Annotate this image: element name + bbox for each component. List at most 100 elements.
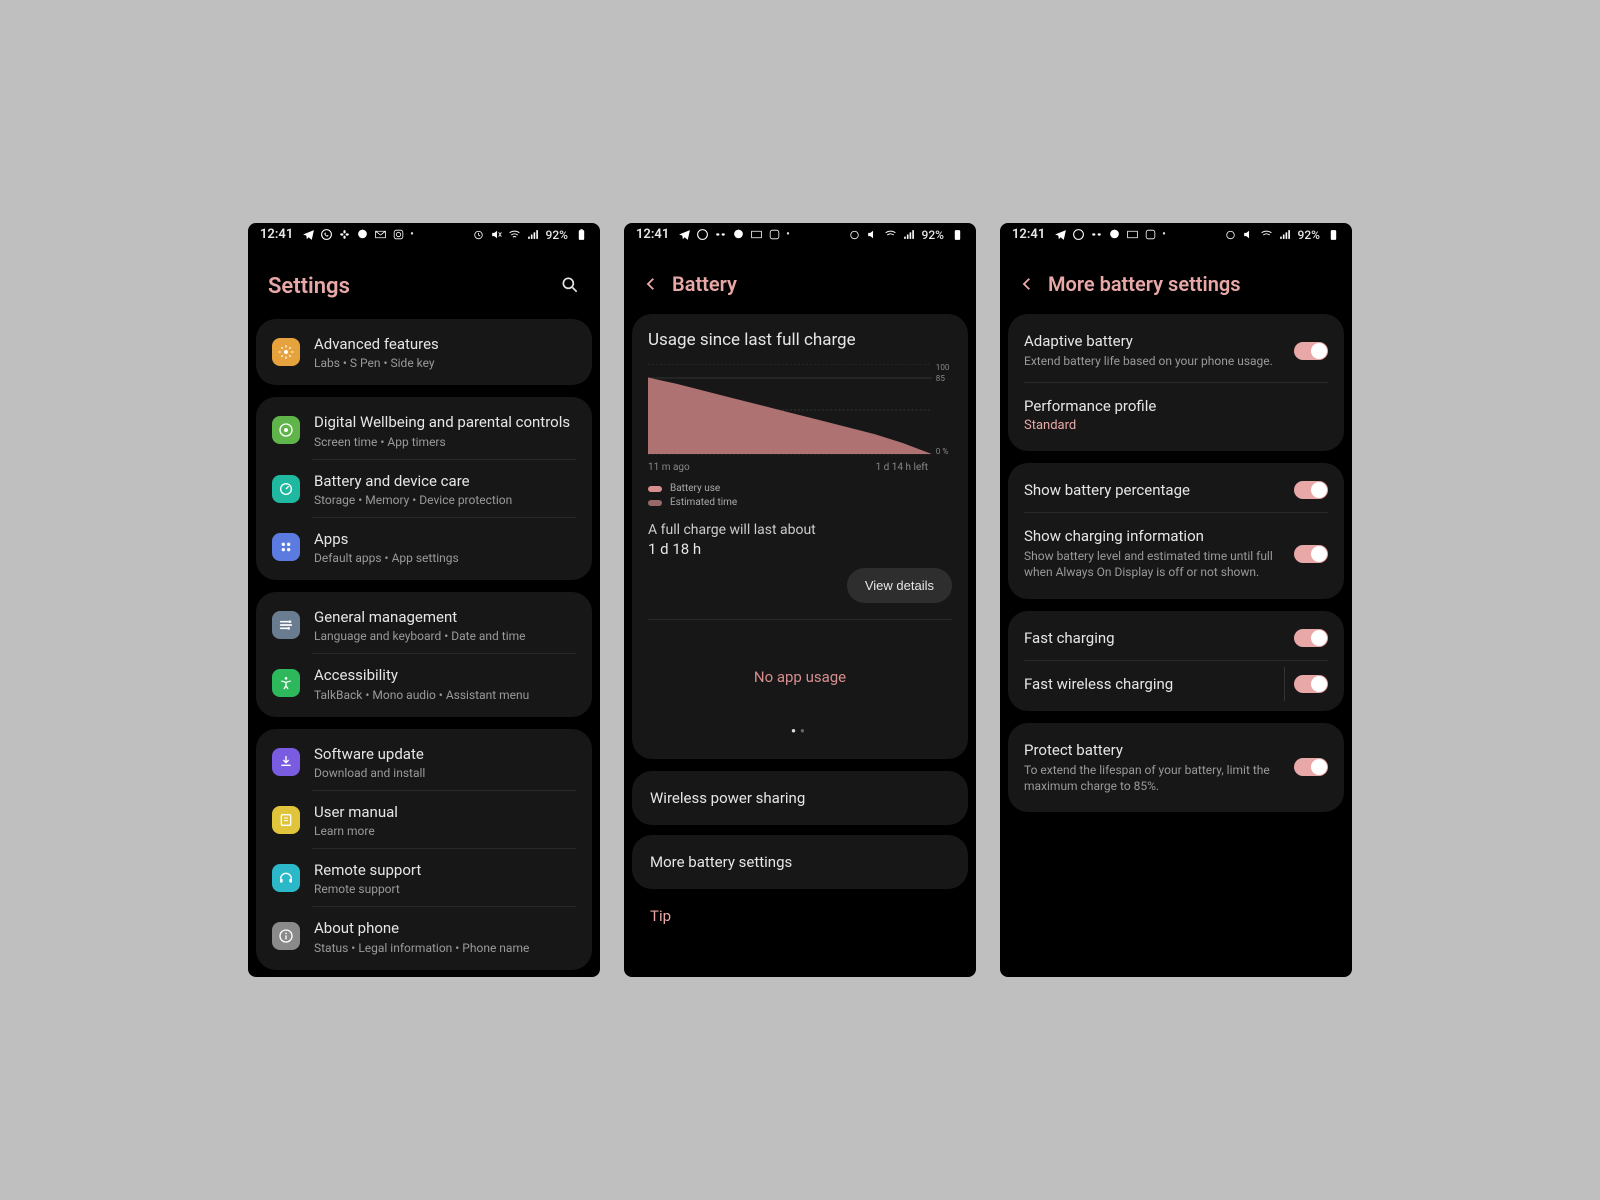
battery-icon	[575, 228, 588, 241]
toggle-switch[interactable]	[1294, 629, 1328, 647]
messenger-icon	[732, 228, 745, 241]
toggle-switch[interactable]	[1294, 675, 1328, 693]
estimate-label: A full charge will last about	[648, 522, 952, 538]
setting-protect-battery[interactable]: Protect battery To extend the lifespan of…	[1008, 727, 1344, 808]
more-battery-settings-row[interactable]: More battery settings	[632, 835, 968, 889]
setting-fast-wireless-charging[interactable]: Fast wireless charging	[1008, 661, 1344, 707]
row-title: General management	[314, 607, 576, 627]
row-subtitle: Download and install	[314, 766, 576, 780]
more-dot-icon: •	[1162, 229, 1166, 240]
header: Battery	[624, 244, 976, 314]
gmail-icon	[1126, 228, 1139, 241]
toggle-value: Standard	[1024, 418, 1328, 433]
row-subtitle: Screen time • App timers	[314, 435, 576, 449]
settings-row-wellbeing[interactable]: Digital Wellbeing and parental controls …	[256, 401, 592, 459]
toggle-switch[interactable]	[1294, 481, 1328, 499]
legend-dot-use-icon	[648, 486, 662, 492]
settings-row-care[interactable]: Battery and device care Storage • Memory…	[256, 460, 592, 518]
telegram-icon	[678, 228, 691, 241]
settings-group: General management Language and keyboard…	[256, 592, 592, 717]
apps-icon	[272, 533, 300, 561]
toggle-title: Show charging information	[1024, 527, 1280, 545]
chart-start-label: 11 m ago	[648, 462, 690, 473]
update-icon	[272, 748, 300, 776]
toggle-title: Fast charging	[1024, 629, 1280, 647]
slack-icon	[1090, 228, 1103, 241]
status-time: 12:41	[636, 227, 669, 242]
toggle-title: Protect battery	[1024, 741, 1280, 759]
setting-adaptive-battery[interactable]: Adaptive battery Extend battery life base…	[1008, 318, 1344, 383]
signal-icon	[902, 228, 915, 241]
status-bar: 12:41 • 92%	[1000, 223, 1352, 244]
alarm-icon	[472, 228, 485, 241]
toggle-switch[interactable]	[1294, 342, 1328, 360]
row-subtitle: Labs • S Pen • Side key	[314, 356, 576, 370]
setting-show-charging-information[interactable]: Show charging informationShow battery le…	[1008, 513, 1344, 594]
settings-group: Software update Download and install Use…	[256, 729, 592, 970]
page-title: More battery settings	[1048, 272, 1241, 296]
settings-row-about[interactable]: About phone Status • Legal information •…	[256, 907, 592, 965]
settings-group: Digital Wellbeing and parental controls …	[256, 397, 592, 580]
slack-icon	[714, 228, 727, 241]
svg-text:0 %: 0 %	[936, 447, 949, 456]
settings-row-update[interactable]: Software update Download and install	[256, 733, 592, 791]
whatsapp-icon	[696, 228, 709, 241]
battery-icon	[1327, 228, 1340, 241]
setting-show-battery-percentage[interactable]: Show battery percentage	[1008, 467, 1344, 513]
settings-row-support[interactable]: Remote support Remote support	[256, 849, 592, 907]
more-battery-content[interactable]: Adaptive battery Extend battery life base…	[1000, 314, 1352, 977]
row-title: Apps	[314, 529, 576, 549]
settings-row-apps[interactable]: Apps Default apps • App settings	[256, 518, 592, 576]
messenger-icon	[1108, 228, 1121, 241]
whatsapp-icon	[1072, 228, 1085, 241]
gmail-icon	[374, 228, 387, 241]
about-icon	[272, 922, 300, 950]
tip-label: Tip	[632, 899, 968, 925]
section-title: Usage since last full charge	[648, 330, 952, 350]
settings-row-general[interactable]: General management Language and keyboard…	[256, 596, 592, 654]
status-time: 12:41	[260, 227, 293, 242]
back-button[interactable]	[642, 275, 660, 293]
wireless-power-sharing-row[interactable]: Wireless power sharing	[632, 771, 968, 825]
setting-performance-profile[interactable]: Performance profileStandard	[1008, 383, 1344, 447]
toggle-subtitle: Extend battery life based on your phone …	[1024, 353, 1280, 369]
battery-percentage: 92%	[546, 228, 568, 242]
more-dot-icon: •	[410, 229, 414, 240]
manual-icon	[272, 806, 300, 834]
page-title: Settings	[268, 274, 350, 299]
toggle-switch[interactable]	[1294, 545, 1328, 563]
svg-text:85: 85	[936, 374, 946, 383]
battery-content[interactable]: Usage since last full charge 100 85 0	[624, 314, 976, 977]
row-subtitle: Status • Legal information • Phone name	[314, 941, 576, 955]
mute-icon	[490, 228, 503, 241]
legend-dot-est-icon	[648, 500, 662, 506]
telegram-icon	[302, 228, 315, 241]
row-subtitle: Language and keyboard • Date and time	[314, 629, 576, 643]
header: Settings	[248, 244, 600, 319]
toggle-switch[interactable]	[1294, 758, 1328, 776]
page-title: Battery	[672, 272, 737, 296]
settings-screen: 12:41 • 92% Settings	[248, 223, 600, 977]
settings-list[interactable]: Advanced features Labs • S Pen • Side ke…	[248, 319, 600, 977]
status-time: 12:41	[1012, 227, 1045, 242]
battery-percentage: 92%	[1298, 228, 1320, 242]
row-subtitle: Remote support	[314, 882, 576, 896]
search-button[interactable]	[560, 275, 580, 299]
care-icon	[272, 475, 300, 503]
settings-row-manual[interactable]: User manual Learn more	[256, 791, 592, 849]
row-title: User manual	[314, 802, 576, 822]
row-subtitle: Default apps • App settings	[314, 551, 576, 565]
usage-section: Usage since last full charge 100 85 0	[632, 314, 968, 759]
no-app-usage: No app usage	[648, 668, 952, 686]
view-details-button[interactable]: View details	[847, 568, 952, 603]
gmail-icon	[750, 228, 763, 241]
back-button[interactable]	[1018, 275, 1036, 293]
chart-end-label: 1 d 14 h left	[876, 462, 928, 473]
settings-row-advanced[interactable]: Advanced features Labs • S Pen • Side ke…	[256, 323, 592, 381]
toggle-subtitle: To extend the lifespan of your battery, …	[1024, 762, 1280, 794]
setting-fast-charging[interactable]: Fast charging	[1008, 615, 1344, 661]
settings-row-accessibility[interactable]: Accessibility TalkBack • Mono audio • As…	[256, 654, 592, 712]
wifi-icon	[1260, 228, 1273, 241]
battery-screen: 12:41 • 92% Battery	[624, 223, 976, 977]
toggle-title: Adaptive battery	[1024, 332, 1280, 350]
